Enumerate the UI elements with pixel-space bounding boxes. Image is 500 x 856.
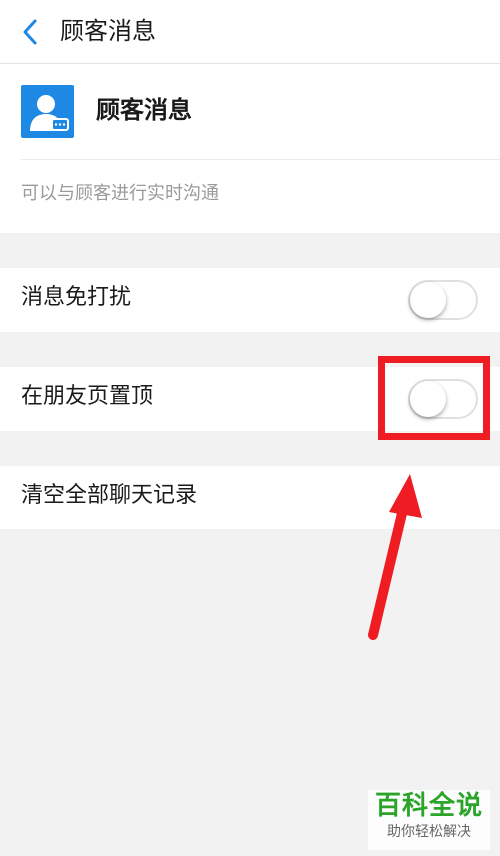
annotation-arrow: [368, 474, 422, 640]
watermark-logo-text: 百科全说: [374, 791, 483, 821]
watermark-slogan: 助你轻松解决: [387, 824, 471, 840]
watermark: 百科全说 助你轻松解决: [368, 790, 490, 850]
